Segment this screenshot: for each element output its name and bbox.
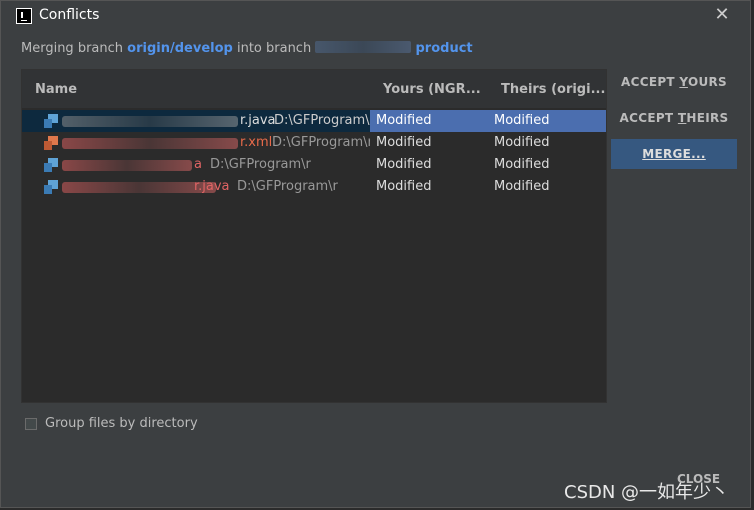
conflicts-table: Name Yours (NGR... Theirs (origi... r.ja… — [21, 69, 607, 403]
file-name: r.xml — [240, 135, 273, 150]
target-branch: product — [415, 41, 473, 56]
theirs-status-text: Modified — [494, 113, 550, 128]
merge-button[interactable]: MERGE... — [611, 139, 737, 169]
accept-yours-button[interactable]: ACCEPT YOURS — [611, 67, 737, 97]
close-icon[interactable]: ✕ — [712, 5, 732, 25]
yours-status-text: Modified — [376, 135, 432, 150]
file-path: D:\GFProgram\r — [210, 157, 311, 172]
yours-status: Modified — [370, 132, 488, 154]
file-cell: r.java D:\GFProgram\r — [22, 110, 370, 132]
theirs-status: Modified — [488, 110, 606, 132]
accept-theirs-label-rest: HEIRS — [686, 111, 729, 125]
accept-yours-mnemonic: Y — [679, 75, 688, 89]
table-header: Name Yours (NGR... Theirs (origi... — [22, 70, 606, 108]
merge-label: ERGE... — [654, 147, 706, 161]
file-path: D:\GFProgram\r — [237, 179, 338, 194]
group-by-directory-checkbox[interactable] — [25, 418, 37, 430]
theirs-status: Modified — [488, 176, 606, 198]
file-path: D:\GFProgram\r — [272, 135, 370, 150]
table-row[interactable]: r.java D:\GFProgram\r Modified Modified — [22, 176, 606, 198]
theirs-status-text: Modified — [494, 157, 550, 172]
file-path: D:\GFProgram\r — [274, 113, 370, 128]
source-branch: origin/develop — [127, 41, 233, 56]
csdn-watermark: CSDN @一如年少丶 — [564, 482, 730, 503]
dialog-title: Conflicts — [39, 7, 100, 23]
yours-status-text: Modified — [376, 157, 432, 172]
subtitle-prefix: Merging branch — [21, 41, 124, 56]
column-theirs[interactable]: Theirs (origi... — [501, 82, 605, 97]
redacted-filename — [62, 116, 238, 127]
table-row[interactable]: r.java D:\GFProgram\r Modified Modified — [22, 110, 606, 132]
accept-yours-label: ACCEPT — [621, 75, 680, 89]
theirs-status-text: Modified — [494, 179, 550, 194]
redacted-filename — [62, 138, 238, 149]
file-name: r.java — [240, 113, 276, 128]
java-file-icon — [44, 180, 58, 194]
merge-mnemonic: M — [642, 147, 655, 161]
file-name: a — [194, 157, 202, 172]
yours-status: Modified — [370, 110, 488, 132]
group-by-directory-label: Group files by directory — [45, 416, 198, 431]
column-name[interactable]: Name — [35, 82, 77, 97]
column-yours[interactable]: Yours (NGR... — [383, 82, 481, 97]
theirs-status: Modified — [488, 154, 606, 176]
yours-status-text: Modified — [376, 179, 432, 194]
accept-yours-label-rest: OURS — [687, 75, 727, 89]
yours-status: Modified — [370, 176, 488, 198]
redacted-branch-prefix — [315, 41, 412, 53]
accept-theirs-button[interactable]: ACCEPT THEIRS — [611, 103, 737, 133]
theirs-status: Modified — [488, 132, 606, 154]
table-row[interactable]: a D:\GFProgram\r Modified Modified — [22, 154, 606, 176]
accept-theirs-label: ACCEPT — [619, 111, 678, 125]
java-file-icon — [44, 158, 58, 172]
file-cell: a D:\GFProgram\r — [22, 154, 370, 176]
yours-status: Modified — [370, 154, 488, 176]
file-cell: r.java D:\GFProgram\r — [22, 176, 370, 198]
conflicts-dialog: Conflicts ✕ Merging branch origin/develo… — [0, 0, 751, 508]
merge-description: Merging branch origin/develop into branc… — [21, 41, 473, 56]
xml-file-icon — [44, 136, 58, 150]
redacted-filename — [62, 160, 192, 171]
theirs-status-text: Modified — [494, 135, 550, 150]
yours-status-text: Modified — [376, 113, 432, 128]
java-file-icon — [44, 114, 58, 128]
intellij-icon — [16, 8, 32, 24]
redacted-filename — [62, 182, 216, 193]
title-bar: Conflicts ✕ — [1, 1, 750, 31]
file-cell: r.xml D:\GFProgram\r — [22, 132, 370, 154]
table-row[interactable]: r.xml D:\GFProgram\r Modified Modified — [22, 132, 606, 154]
file-name: r.java — [194, 179, 230, 194]
subtitle-mid: into branch — [236, 41, 312, 56]
